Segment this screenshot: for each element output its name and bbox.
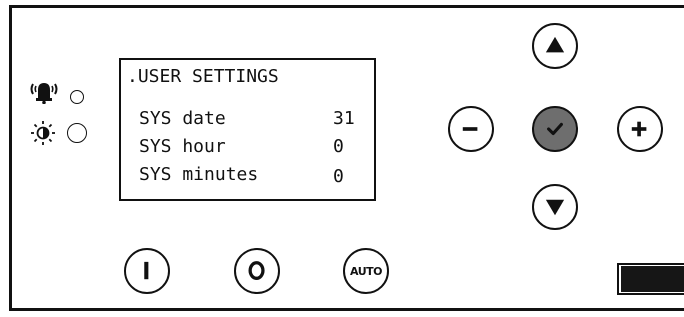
lcd-row-value: 31 [333, 108, 355, 129]
alarm-bell-icon [26, 78, 62, 105]
arrow-up-icon [545, 36, 565, 53]
lcd-row-label: SYS minutes [139, 164, 259, 185]
lcd-row-value: 0 [333, 136, 344, 157]
alarm-led [70, 90, 84, 104]
minus-button[interactable] [448, 106, 494, 152]
arrow-down-icon [545, 199, 565, 216]
power-on-button[interactable] [124, 248, 170, 294]
lcd-title: .USER SETTINGS [127, 66, 279, 87]
connector-tab [621, 266, 684, 292]
contrast-icon [28, 120, 58, 146]
lcd-row-value: 0 [333, 166, 344, 187]
checkmark-icon [547, 122, 563, 136]
auto-button[interactable]: AUTO [343, 248, 389, 294]
minus-icon [462, 127, 478, 131]
up-button[interactable] [532, 23, 578, 69]
power-off-button[interactable] [234, 248, 280, 294]
auto-label: AUTO [350, 264, 382, 278]
power-off-icon [248, 261, 265, 280]
plus-button[interactable] [617, 106, 663, 152]
contrast-led [67, 123, 87, 143]
plus-icon [631, 121, 647, 137]
down-button[interactable] [532, 184, 578, 230]
power-on-icon [144, 261, 149, 280]
lcd-display: .USER SETTINGS SYS date 31 SYS hour 0 SY… [119, 58, 376, 201]
lcd-row-label: SYS hour [139, 136, 226, 157]
confirm-button[interactable] [532, 106, 578, 152]
lcd-row-label: SYS date [139, 108, 226, 129]
